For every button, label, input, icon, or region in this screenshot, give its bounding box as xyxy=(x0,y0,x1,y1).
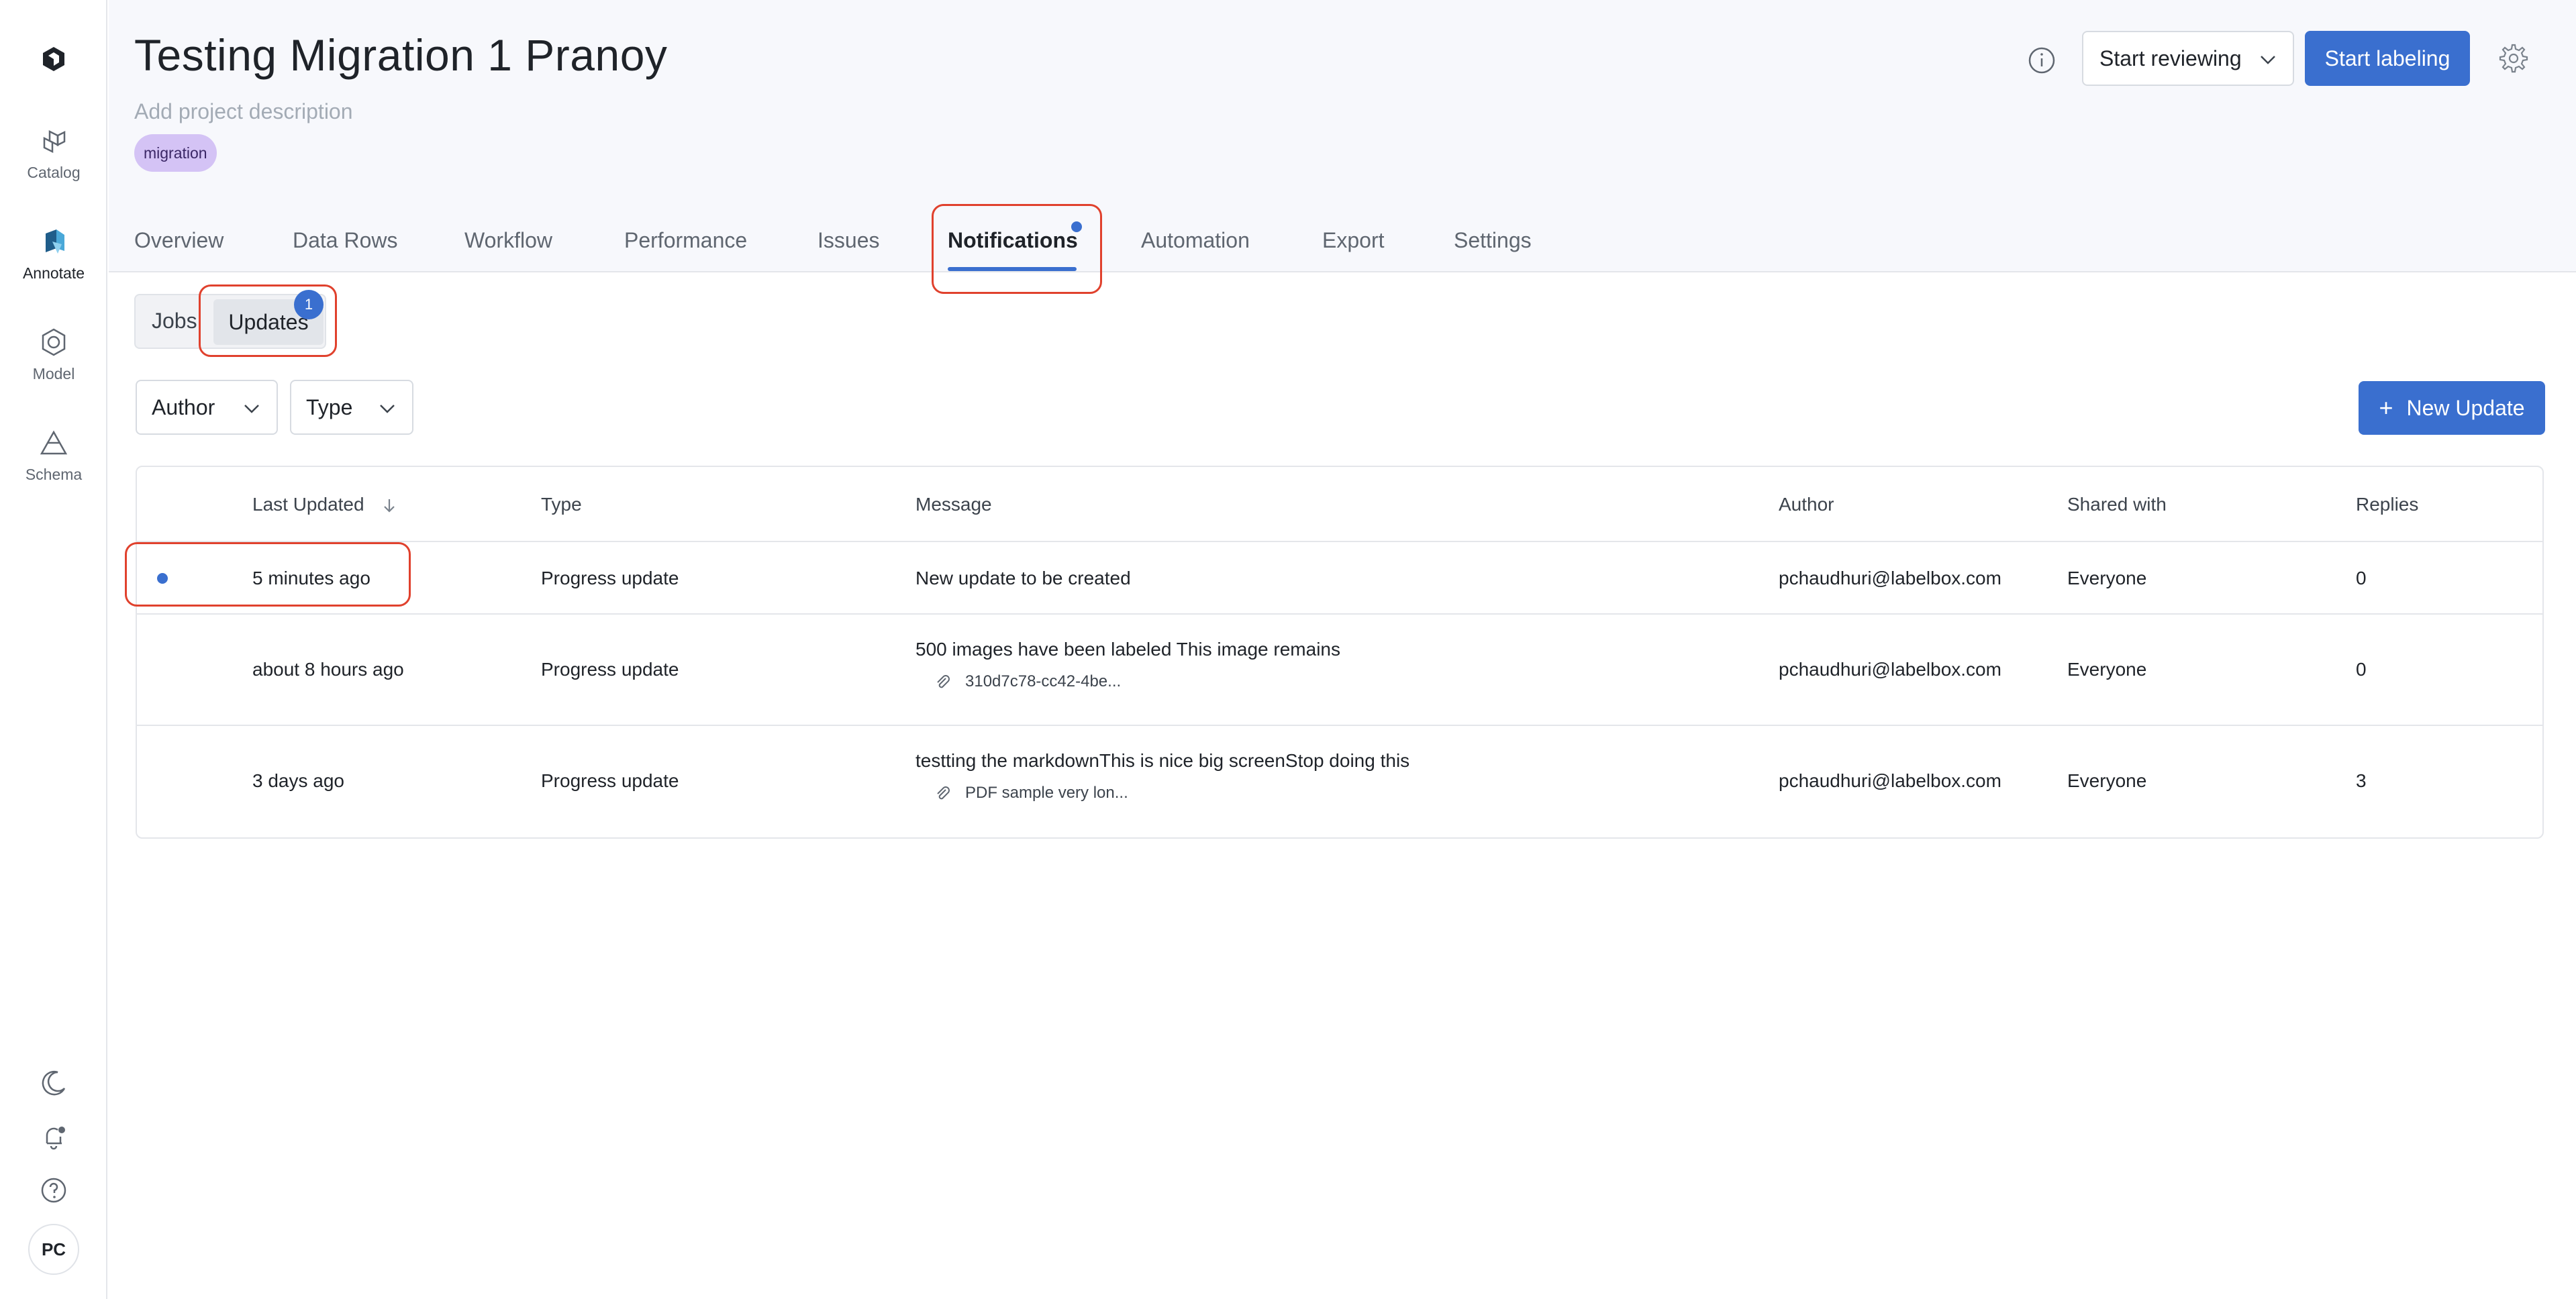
cell-type: Progress update xyxy=(541,659,679,680)
tab-automation[interactable]: Automation xyxy=(1141,228,1250,253)
column-header-shared-with[interactable]: Shared with xyxy=(2067,494,2167,515)
start-labeling-button[interactable]: Start labeling xyxy=(2305,31,2470,86)
cell-shared-with: Everyone xyxy=(2067,659,2147,680)
tab-notifications[interactable]: Notifications xyxy=(948,228,1078,253)
tab-issues[interactable]: Issues xyxy=(818,228,879,253)
start-reviewing-label: Start reviewing xyxy=(2099,46,2242,70)
cell-last-updated: 5 minutes ago xyxy=(252,568,370,588)
updates-table: Last Updated Type Message Author Shared … xyxy=(136,466,2544,839)
subtab-jobs[interactable]: Jobs xyxy=(152,309,197,333)
cell-author: pchaudhuri@labelbox.com xyxy=(1779,568,2001,588)
table-row[interactable]: 3 days ago Progress update testting the … xyxy=(137,726,2542,837)
table-header: Last Updated Type Message Author Shared … xyxy=(137,467,2542,542)
paperclip-icon xyxy=(937,786,950,800)
column-header-message[interactable]: Message xyxy=(915,494,992,515)
cell-shared-with: Everyone xyxy=(2067,568,2147,588)
annotate-icon xyxy=(46,229,64,254)
project-description[interactable]: Add project description xyxy=(134,99,353,124)
message-attachment[interactable]: 310d7c78-cc42-4be... xyxy=(933,672,1121,691)
rail-item-label: Model xyxy=(32,365,75,382)
table-row[interactable]: 5 minutes ago Progress update New update… xyxy=(137,542,2542,615)
attachment-name: PDF sample very lon... xyxy=(965,784,1128,802)
tab-data-rows[interactable]: Data Rows xyxy=(293,228,398,253)
cell-message: New update to be created xyxy=(915,568,1131,588)
column-header-author[interactable]: Author xyxy=(1779,494,1834,515)
chevron-down-icon xyxy=(380,405,395,413)
cell-type: Progress update xyxy=(541,770,679,791)
cell-author: pchaudhuri@labelbox.com xyxy=(1779,770,2001,791)
author-filter-label: Author xyxy=(152,395,215,419)
updates-count-badge: 1 xyxy=(294,290,324,319)
rail-item-label: Annotate xyxy=(22,264,85,282)
column-header-type[interactable]: Type xyxy=(541,494,582,515)
tab-overview[interactable]: Overview xyxy=(134,228,224,253)
new-update-button[interactable]: + New Update xyxy=(2359,381,2545,435)
tab-workflow[interactable]: Workflow xyxy=(464,228,552,253)
project-title: Testing Migration 1 Pranoy xyxy=(134,30,668,80)
type-filter-label: Type xyxy=(306,395,353,419)
message-attachment[interactable]: PDF sample very lon... xyxy=(933,784,1128,802)
project-tag[interactable]: migration xyxy=(134,134,217,172)
dark-mode-moon-icon[interactable] xyxy=(38,1067,70,1099)
schema-icon xyxy=(40,430,68,455)
cell-last-updated: 3 days ago xyxy=(252,770,344,791)
cell-shared-with: Everyone xyxy=(2067,770,2147,791)
rail-item-label: Catalog xyxy=(27,164,81,181)
plus-icon: + xyxy=(2379,394,2393,421)
catalog-icon xyxy=(43,129,66,154)
column-header-label: Last Updated xyxy=(252,494,364,515)
tab-export[interactable]: Export xyxy=(1322,228,1384,253)
tab-settings[interactable]: Settings xyxy=(1454,228,1532,253)
cell-message: 500 images have been labeled This image … xyxy=(915,639,1340,660)
type-filter-dropdown[interactable]: Type xyxy=(290,380,413,435)
start-reviewing-dropdown[interactable]: Start reviewing xyxy=(2082,31,2294,86)
user-avatar[interactable]: PC xyxy=(28,1224,79,1275)
labelbox-logo-icon[interactable] xyxy=(38,43,70,75)
rail-item-annotate[interactable]: Annotate xyxy=(0,225,107,299)
attachment-name: 310d7c78-cc42-4be... xyxy=(965,672,1122,690)
cell-message: testting the markdownThis is nice big sc… xyxy=(915,750,1410,771)
notifications-unread-dot xyxy=(1071,221,1082,232)
sort-descending-arrow-icon[interactable] xyxy=(380,497,399,515)
cell-replies: 0 xyxy=(2356,568,2367,588)
rail-item-catalog[interactable]: Catalog xyxy=(0,125,107,199)
model-icon xyxy=(42,328,66,356)
tab-performance[interactable]: Performance xyxy=(624,228,747,253)
help-icon[interactable] xyxy=(38,1174,70,1206)
active-tab-indicator xyxy=(948,267,1077,271)
cell-author: pchaudhuri@labelbox.com xyxy=(1779,659,2001,680)
cell-type: Progress update xyxy=(541,568,679,588)
cell-replies: 3 xyxy=(2356,770,2367,791)
new-update-label: New Update xyxy=(2406,395,2525,420)
info-icon[interactable] xyxy=(2024,43,2059,78)
chevron-down-icon xyxy=(244,405,259,413)
rail-item-model[interactable]: Model xyxy=(0,326,107,400)
notifications-bell-icon[interactable] xyxy=(38,1121,70,1153)
column-header-last-updated[interactable]: Last Updated xyxy=(252,494,399,515)
cell-last-updated: about 8 hours ago xyxy=(252,659,404,680)
rail-item-label: Schema xyxy=(25,466,83,483)
unread-indicator-dot xyxy=(157,573,168,584)
rail-item-schema[interactable]: Schema xyxy=(0,427,107,501)
cell-replies: 0 xyxy=(2356,659,2367,680)
gear-icon[interactable] xyxy=(2497,42,2530,75)
author-filter-dropdown[interactable]: Author xyxy=(136,380,278,435)
left-rail: Catalog Annotate Model Schema PC xyxy=(0,0,107,1299)
column-header-replies[interactable]: Replies xyxy=(2356,494,2418,515)
chevron-down-icon xyxy=(2261,56,2275,64)
table-row[interactable]: about 8 hours ago Progress update 500 im… xyxy=(137,615,2542,726)
paperclip-icon xyxy=(937,675,950,688)
